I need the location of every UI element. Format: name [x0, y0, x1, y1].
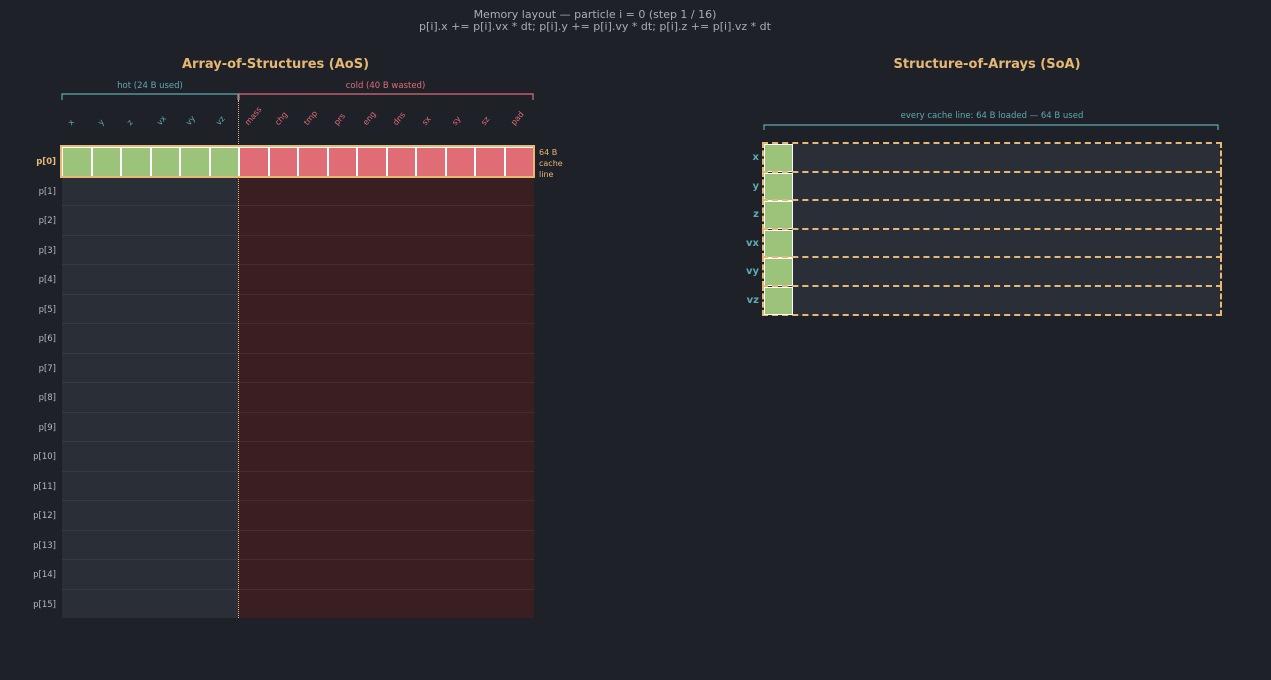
aos-hot-region — [62, 177, 238, 618]
soa-cache-line-outline — [762, 256, 1222, 287]
aos-row-label: p[12] — [33, 511, 56, 521]
aos-row-label: p[7] — [38, 363, 56, 374]
aos-row-separator — [62, 234, 534, 236]
aos-row-label: p[4] — [38, 275, 56, 285]
cache-note-size: 64 B — [539, 148, 558, 157]
soa-cache-line-outline — [762, 199, 1222, 230]
soa-row-label-vy: vy — [745, 266, 759, 277]
soa-row-label-x: x — [752, 152, 759, 163]
aos-row-separator — [62, 529, 534, 531]
soa-cell-vx — [764, 229, 793, 258]
soa-row-label-z: z — [753, 209, 759, 220]
aos-row-separator — [62, 411, 534, 413]
soa-bracket-label: every cache line: 64 B loaded — 64 B use… — [900, 111, 1084, 121]
soa-cell-vz — [764, 286, 793, 315]
aos-row-label: p[11] — [33, 481, 56, 492]
soa-row-label-vz: vz — [746, 294, 759, 306]
soa-cell-vy — [764, 258, 793, 286]
aos-row-label: p[2] — [38, 216, 56, 226]
aos-row-label: p[15] — [33, 599, 56, 610]
aos-row-separator — [62, 382, 534, 383]
soa-cell-z — [764, 201, 793, 229]
aos-row-separator — [62, 559, 534, 560]
aos-cache-note: 64 B cache line — [539, 147, 563, 180]
cache-note-word2: line — [539, 170, 554, 179]
soa-cell-x — [764, 144, 793, 172]
cache-note-word1: cache — [539, 159, 563, 168]
soa-cell-y — [764, 172, 793, 201]
aos-row-label: p[1] — [38, 186, 56, 197]
soa-bracket — [763, 124, 1219, 130]
aos-cold-region — [238, 177, 534, 618]
aos-hot-bracket — [61, 93, 239, 100]
aos-row-separator — [62, 470, 534, 472]
aos-row-separator — [62, 500, 534, 501]
soa-cache-line-outline — [762, 170, 1222, 202]
aos-cold-bracket — [238, 93, 534, 100]
soa-title: Structure-of-Arrays (SoA) — [893, 57, 1081, 72]
aos-row-separator — [62, 205, 534, 206]
aos-row-label: p[10] — [33, 452, 56, 462]
aos-row-label: p[0] — [36, 157, 56, 167]
soa-cache-line-outline — [762, 227, 1222, 259]
soa-cache-line-outline — [762, 284, 1222, 316]
aos-row-label: p[6] — [38, 334, 56, 344]
aos-row-separator — [62, 264, 534, 265]
aos-cache-line-outline — [60, 145, 535, 178]
aos-row-separator — [62, 441, 534, 442]
aos-row-label: p[14] — [33, 570, 56, 580]
soa-cache-line-outline — [762, 142, 1222, 173]
aos-row-label: p[9] — [38, 422, 56, 433]
aos-row-separator — [62, 293, 534, 295]
aos-row-label: p[3] — [38, 245, 56, 256]
soa-row-label-y: y — [752, 180, 759, 192]
aos-row-separator — [62, 588, 534, 590]
aos-row-separator — [62, 323, 534, 324]
aos-row-label: p[13] — [33, 540, 56, 551]
aos-row-label: p[8] — [38, 393, 56, 403]
soa-row-label-vx: vx — [746, 237, 759, 249]
aos-row-label: p[5] — [38, 304, 56, 315]
aos-row-separator — [62, 352, 534, 354]
